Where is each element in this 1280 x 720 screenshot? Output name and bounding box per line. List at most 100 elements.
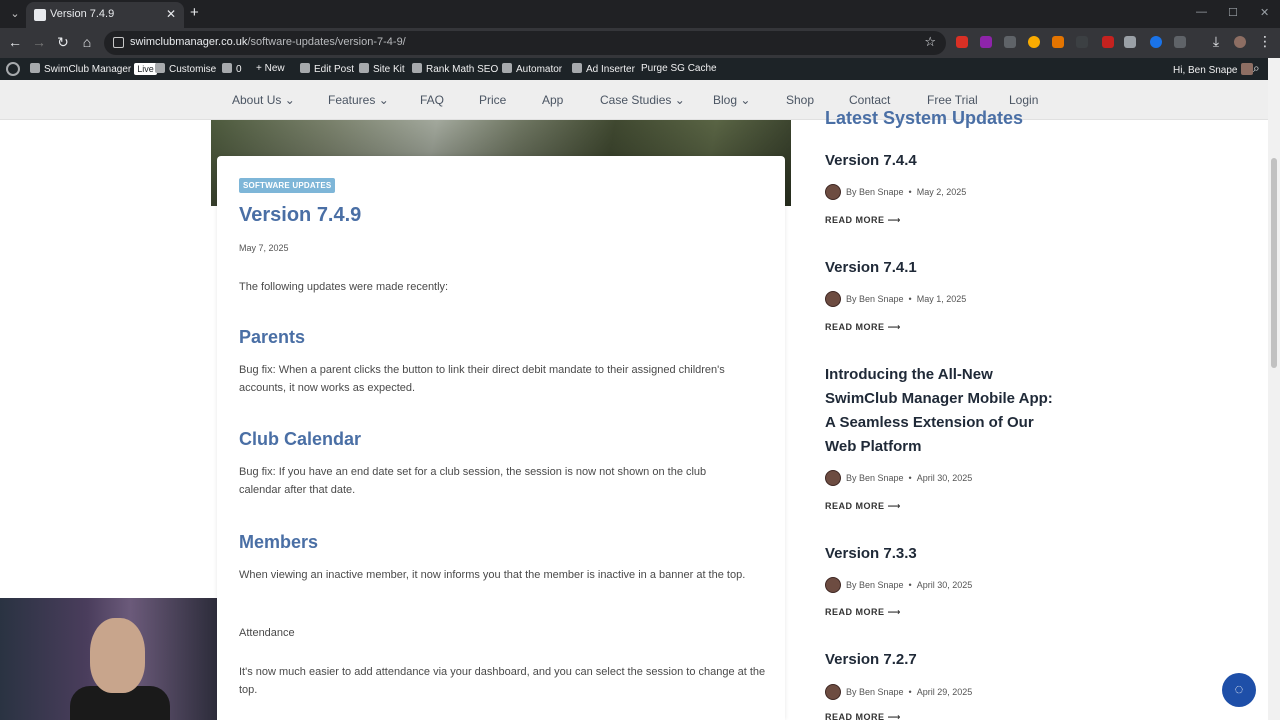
- section-heading-club-calendar: Club Calendar: [239, 429, 362, 449]
- avatar: [825, 684, 841, 700]
- webcam-overlay: [0, 598, 217, 720]
- wordpress-logo-icon[interactable]: [6, 62, 20, 76]
- downloads-icon[interactable]: ⤓: [1207, 33, 1225, 49]
- extension-icon[interactable]: [1028, 36, 1040, 48]
- google-icon: [359, 63, 369, 73]
- nav-case-studies[interactable]: Case Studies ⌄: [600, 93, 685, 107]
- admin-ad-inserter[interactable]: Ad Inserter: [572, 63, 635, 75]
- sidebar-post-title[interactable]: Version 7.4.4: [825, 149, 1065, 173]
- admin-new[interactable]: + New: [256, 63, 285, 74]
- presenter-face: [90, 618, 145, 693]
- post-date: May 7, 2025: [239, 243, 289, 253]
- comment-icon: [222, 63, 232, 73]
- sidebar-post-title[interactable]: Introducing the All-New SwimClub Manager…: [825, 363, 1057, 459]
- admin-customise[interactable]: Customise: [155, 63, 216, 75]
- attendance-label: Attendance: [239, 627, 295, 639]
- nav-price[interactable]: Price: [479, 93, 506, 107]
- chat-bubble-icon: ◌: [1234, 681, 1244, 698]
- extension-icon[interactable]: [1102, 36, 1114, 48]
- admin-search-icon[interactable]: ⌕: [1253, 61, 1260, 76]
- wp-admin-bar: SwimClub Manager Live Customise 0 + New E…: [0, 58, 1280, 80]
- reload-icon[interactable]: ↻: [54, 34, 72, 50]
- read-more-link[interactable]: READ MORE ⟶: [825, 607, 901, 618]
- nav-shop[interactable]: Shop: [786, 93, 814, 107]
- page-scrollbar[interactable]: [1268, 58, 1280, 720]
- section-heading-parents: Parents: [239, 327, 306, 347]
- plus-icon: +: [256, 63, 265, 74]
- read-more-link[interactable]: READ MORE ⟶: [825, 712, 901, 720]
- tab-close-icon[interactable]: ✕: [166, 7, 176, 21]
- scrollbar-thumb[interactable]: [1271, 158, 1277, 368]
- section-text-club-calendar: Bug fix: If you have an end date set for…: [239, 466, 707, 496]
- extension-icon[interactable]: [956, 36, 968, 48]
- favicon-icon: [34, 9, 46, 21]
- browser-tab-strip: ⌄ Version 7.4.9 ✕ + — ☐ ✕: [0, 0, 1280, 28]
- nav-blog[interactable]: Blog ⌄: [713, 93, 750, 107]
- bookmark-star-icon[interactable]: ☆: [924, 34, 936, 50]
- sidebar-post-title[interactable]: Version 7.3.3: [825, 542, 1065, 566]
- site-info-icon[interactable]: [113, 37, 124, 48]
- avatar: [1240, 63, 1253, 75]
- admin-site-kit[interactable]: Site Kit: [359, 63, 405, 75]
- extensions-puzzle-icon[interactable]: [1174, 36, 1186, 48]
- read-more-link[interactable]: READ MORE ⟶: [825, 501, 901, 512]
- admin-automator[interactable]: Automator: [502, 63, 562, 75]
- extension-icon[interactable]: [1150, 36, 1162, 48]
- avatar: [825, 291, 841, 307]
- new-tab-button[interactable]: +: [190, 5, 199, 21]
- tab-search-icon[interactable]: ⌄: [6, 5, 24, 23]
- menu-icon[interactable]: ⋮: [1256, 33, 1274, 49]
- extension-icon[interactable]: [1004, 36, 1016, 48]
- extension-icon[interactable]: [1124, 36, 1136, 48]
- ad-icon: [572, 63, 582, 73]
- maximize-icon[interactable]: ☐: [1228, 6, 1238, 19]
- nav-free-trial[interactable]: Free Trial: [927, 93, 978, 107]
- extension-icon[interactable]: [1076, 36, 1088, 48]
- browser-toolbar: ← → ↻ ⌂ swimclubmanager.co.uk/software-u…: [0, 28, 1280, 58]
- rank-math-icon: [412, 63, 422, 73]
- home-icon[interactable]: ⌂: [78, 34, 96, 50]
- nav-contact[interactable]: Contact: [849, 93, 890, 107]
- forward-icon[interactable]: →: [30, 34, 48, 50]
- minimize-icon[interactable]: —: [1196, 6, 1207, 18]
- sidebar-heading: Latest System Updates: [825, 108, 1024, 128]
- post-title: Version 7.4.9: [239, 204, 362, 226]
- admin-account[interactable]: Hi, Ben Snape: [1173, 63, 1253, 76]
- chat-widget-button[interactable]: ◌: [1222, 673, 1256, 707]
- browser-tab[interactable]: Version 7.4.9 ✕: [26, 2, 184, 28]
- sidebar-post-meta: By Ben Snape • May 1, 2025: [825, 291, 966, 307]
- section-heading-members: Members: [239, 532, 319, 552]
- post-intro: The following updates were made recently…: [239, 281, 449, 293]
- admin-rank-math[interactable]: Rank Math SEO: [412, 63, 498, 75]
- sidebar-post-meta: By Ben Snape • May 2, 2025: [825, 184, 966, 200]
- window-close-icon[interactable]: ✕: [1260, 6, 1269, 19]
- extension-icon[interactable]: [980, 36, 992, 48]
- sidebar-post-meta: By Ben Snape • April 30, 2025: [825, 577, 972, 593]
- nav-about-us[interactable]: About Us ⌄: [232, 93, 295, 107]
- extension-icon[interactable]: [1052, 36, 1064, 48]
- sidebar-post-meta: By Ben Snape • April 29, 2025: [825, 684, 972, 700]
- address-bar[interactable]: swimclubmanager.co.uk/software-updates/v…: [104, 31, 946, 55]
- back-icon[interactable]: ←: [6, 34, 24, 50]
- profile-avatar[interactable]: [1234, 36, 1246, 48]
- nav-faq[interactable]: FAQ: [420, 93, 444, 107]
- avatar: [825, 470, 841, 486]
- nav-app[interactable]: App: [542, 93, 563, 107]
- category-badge[interactable]: SOFTWARE UPDATES: [239, 178, 336, 193]
- section-text-parents: Bug fix: When a parent clicks the button…: [239, 364, 725, 394]
- admin-purge-cache[interactable]: Purge SG Cache: [641, 63, 717, 74]
- pencil-icon: [300, 63, 310, 73]
- brush-icon: [155, 63, 165, 73]
- sidebar-post-title[interactable]: Version 7.2.7: [825, 648, 1065, 672]
- admin-site-name[interactable]: SwimClub Manager Live: [30, 63, 157, 75]
- read-more-link[interactable]: READ MORE ⟶: [825, 322, 901, 333]
- url-text[interactable]: swimclubmanager.co.uk/software-updates/v…: [130, 36, 406, 48]
- attendance-text: It's now much easier to add attendance v…: [239, 666, 766, 696]
- read-more-link[interactable]: READ MORE ⟶: [825, 215, 901, 226]
- sidebar-post-title[interactable]: Version 7.4.1: [825, 256, 1065, 280]
- nav-features[interactable]: Features ⌄: [328, 93, 389, 107]
- admin-edit-post[interactable]: Edit Post: [300, 63, 354, 75]
- nav-login[interactable]: Login: [1009, 93, 1038, 107]
- live-badge: Live: [134, 63, 157, 75]
- admin-comments[interactable]: 0: [222, 63, 242, 75]
